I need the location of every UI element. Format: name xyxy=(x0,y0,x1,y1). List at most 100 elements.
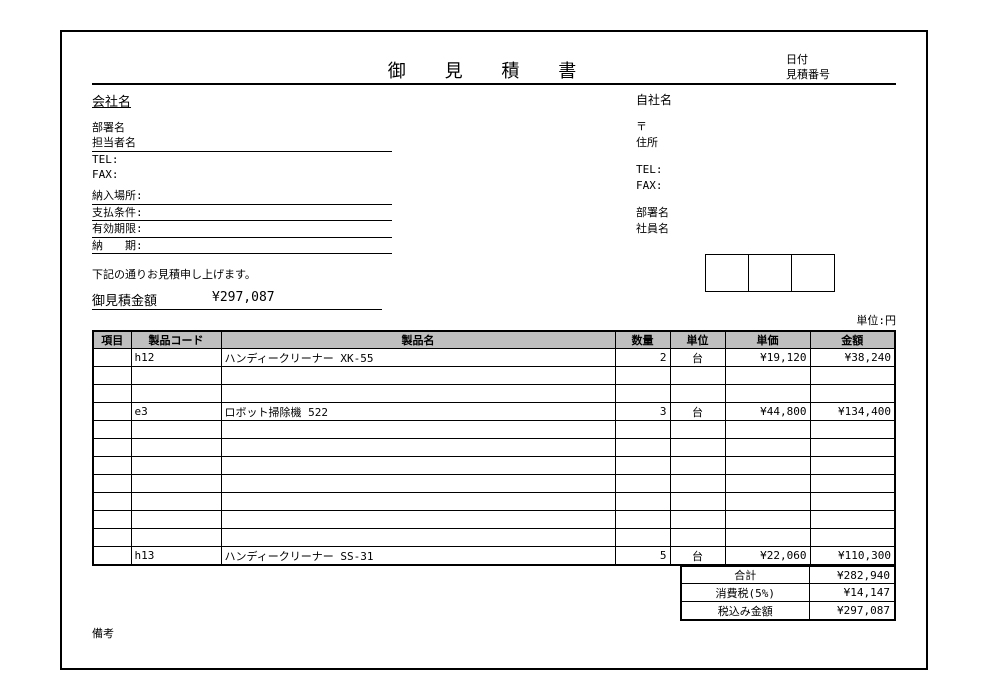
cell-code xyxy=(131,475,221,493)
table-row xyxy=(93,421,895,439)
items-table: 項目 製品コード 製品名 数量 単位 単価 金額 h12ハンディークリーナー X… xyxy=(92,330,896,566)
col-qty: 数量 xyxy=(615,331,670,349)
cell-price: ¥22,060 xyxy=(725,547,810,565)
cell-unit: 台 xyxy=(670,403,725,421)
client-company-label: 会社名 xyxy=(92,91,131,110)
grand-total-line: 御見積金額 ¥297,087 xyxy=(92,290,382,310)
col-amount: 金額 xyxy=(810,331,895,349)
cell-unit: 台 xyxy=(670,349,725,367)
supplier-address-label: 住所 xyxy=(636,135,896,152)
cell-amount xyxy=(810,421,895,439)
cell-qty xyxy=(615,529,670,547)
cell-price xyxy=(725,529,810,547)
cell-amount xyxy=(810,493,895,511)
cell-price xyxy=(725,439,810,457)
cell-unit xyxy=(670,385,725,403)
document-title: 御 見 積 書 xyxy=(92,57,786,83)
cell-no xyxy=(93,349,131,367)
cell-code xyxy=(131,493,221,511)
cell-price: ¥44,800 xyxy=(725,403,810,421)
grand-row: 税込み金額 ¥297,087 xyxy=(681,602,895,620)
cell-no xyxy=(93,367,131,385)
col-price: 単価 xyxy=(725,331,810,349)
cell-name xyxy=(221,367,615,385)
cell-no xyxy=(93,385,131,403)
cell-no xyxy=(93,529,131,547)
cell-name xyxy=(221,493,615,511)
date-label: 日付 xyxy=(786,52,896,67)
cell-name xyxy=(221,529,615,547)
cell-qty xyxy=(615,511,670,529)
cell-qty xyxy=(615,421,670,439)
cell-code: e3 xyxy=(131,403,221,421)
table-row xyxy=(93,475,895,493)
amount-row: 御見積金額 ¥297,087 xyxy=(92,290,452,310)
cell-amount xyxy=(810,385,895,403)
cell-qty xyxy=(615,439,670,457)
remarks-label: 備考 xyxy=(92,625,896,641)
client-tel-label: TEL: xyxy=(92,152,452,167)
tax-value: ¥14,147 xyxy=(809,584,895,602)
quote-number-label: 見積番号 xyxy=(786,67,896,82)
cell-unit: 台 xyxy=(670,547,725,565)
client-dept-label: 部署名 xyxy=(92,120,452,135)
cell-qty: 3 xyxy=(615,403,670,421)
cell-code xyxy=(131,439,221,457)
cell-qty: 5 xyxy=(615,547,670,565)
supplier-tel-label: TEL: xyxy=(636,162,896,179)
cell-no xyxy=(93,457,131,475)
cell-unit xyxy=(670,475,725,493)
delivery-place: 納入場所: xyxy=(92,188,392,204)
cell-code xyxy=(131,385,221,403)
cell-price xyxy=(725,493,810,511)
client-block: 会社名 部署名 担当者名 TEL: FAX: 納入場所: 支払条件: 有効期限:… xyxy=(92,91,452,310)
supplier-company-label: 自社名 xyxy=(636,91,896,109)
cell-unit xyxy=(670,529,725,547)
cell-amount: ¥110,300 xyxy=(810,547,895,565)
cell-unit xyxy=(670,439,725,457)
supplier-fax-label: FAX: xyxy=(636,178,896,195)
cell-qty xyxy=(615,385,670,403)
cell-no xyxy=(93,421,131,439)
grand-label: 税込み金額 xyxy=(681,602,809,620)
cell-code xyxy=(131,529,221,547)
cell-name xyxy=(221,511,615,529)
table-row: h12ハンディークリーナー XK-552台¥19,120¥38,240 xyxy=(93,349,895,367)
table-header-row: 項目 製品コード 製品名 数量 単位 単価 金額 xyxy=(93,331,895,349)
supplier-dept-label: 部署名 xyxy=(636,205,896,222)
client-person-label: 担当者名 xyxy=(92,135,392,151)
cell-amount xyxy=(810,529,895,547)
total-label: 御見積金額 xyxy=(92,290,212,309)
cell-name xyxy=(221,421,615,439)
stamp-box-3 xyxy=(791,254,835,292)
cell-qty xyxy=(615,475,670,493)
cell-no xyxy=(93,511,131,529)
grand-value: ¥297,087 xyxy=(809,602,895,620)
header-row: 御 見 積 書 日付 見積番号 xyxy=(92,52,896,85)
cell-name: ロボット掃除機 522 xyxy=(221,403,615,421)
subtotal-row: 合計 ¥282,940 xyxy=(681,566,895,584)
stamp-box-2 xyxy=(748,254,792,292)
col-no: 項目 xyxy=(93,331,131,349)
total-value: ¥297,087 xyxy=(212,290,275,309)
cell-no xyxy=(93,547,131,565)
table-row xyxy=(93,493,895,511)
terms-block: 納入場所: 支払条件: 有効期限: 納 期: xyxy=(92,188,452,254)
table-row xyxy=(93,439,895,457)
stamp-boxes xyxy=(706,254,896,292)
cell-name: ハンディークリーナー SS-31 xyxy=(221,547,615,565)
cell-price xyxy=(725,511,810,529)
cell-no xyxy=(93,403,131,421)
cell-no xyxy=(93,439,131,457)
summary-block: 合計 ¥282,940 消費税(5%) ¥14,147 税込み金額 ¥297,0… xyxy=(92,565,896,621)
cell-price xyxy=(725,367,810,385)
cell-name xyxy=(221,385,615,403)
cell-no xyxy=(93,493,131,511)
cell-name: ハンディークリーナー XK-55 xyxy=(221,349,615,367)
meta-block: 日付 見積番号 xyxy=(786,52,896,83)
cell-price xyxy=(725,475,810,493)
cell-amount: ¥38,240 xyxy=(810,349,895,367)
cell-name xyxy=(221,457,615,475)
supplier-staff-label: 社員名 xyxy=(636,221,896,238)
supplier-postal-label: 〒 xyxy=(636,119,896,136)
